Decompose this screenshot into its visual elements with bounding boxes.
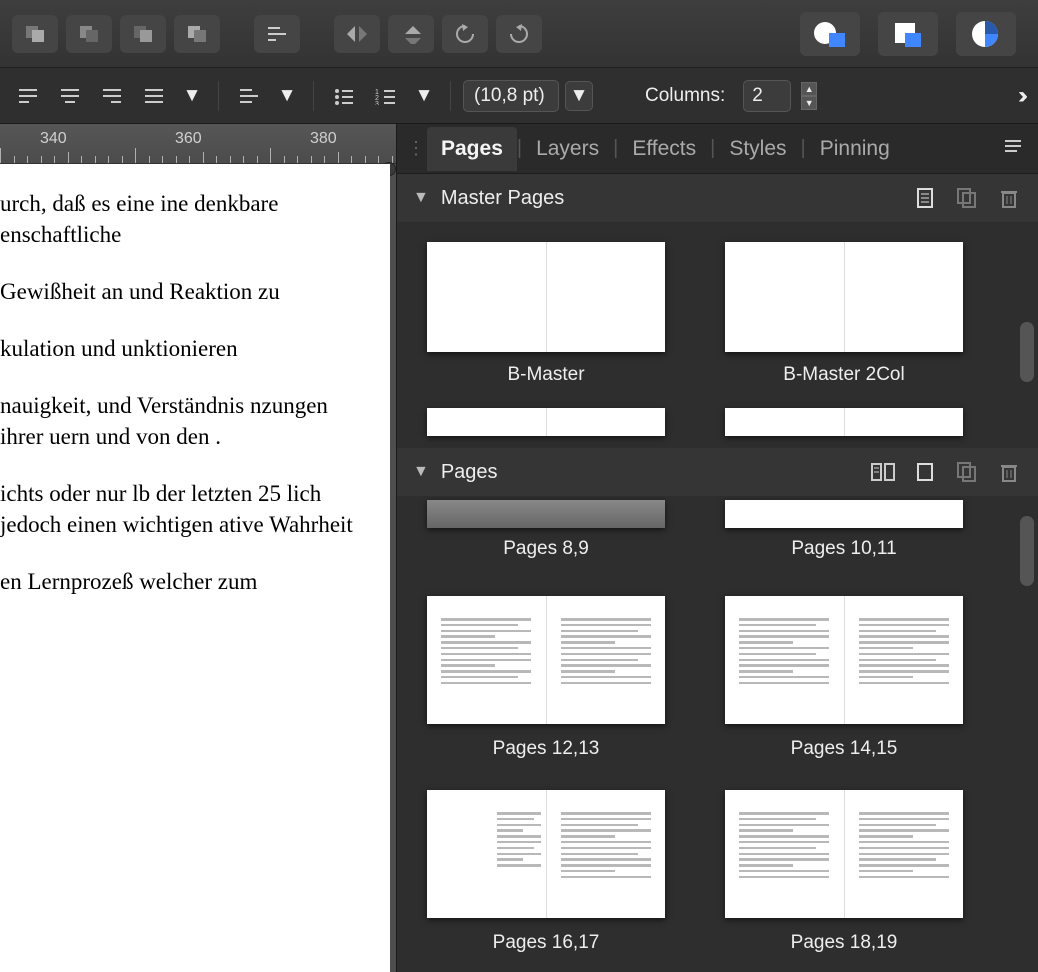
point-size-field[interactable]: (10,8 pt) xyxy=(463,80,559,112)
color-mode-a-button[interactable] xyxy=(800,12,860,56)
spread-label: Pages 12,13 xyxy=(493,738,600,760)
disclosure-icon[interactable]: ▼ xyxy=(413,463,429,481)
body-text[interactable]: Gewißheit an und Reaktion zu xyxy=(0,276,370,307)
master-pages-header[interactable]: ▼ Master Pages xyxy=(397,174,1038,222)
delete-master-button[interactable] xyxy=(996,185,1022,211)
color-mode-c-button[interactable] xyxy=(956,12,1016,56)
master-thumb[interactable]: B-Master xyxy=(427,242,665,386)
pages-scrollbar[interactable] xyxy=(1020,516,1034,586)
rotate-ccw-button[interactable] xyxy=(442,15,488,53)
spread-label: Pages 8,9 xyxy=(503,538,589,560)
ruler-mark: 340 xyxy=(40,130,67,148)
ruler-mark: 380 xyxy=(310,130,337,148)
justify-full-button[interactable] xyxy=(136,79,172,113)
master-thumb-truncated[interactable] xyxy=(725,408,963,436)
panel-grip-icon[interactable]: ⋮⋮ xyxy=(407,138,427,159)
arrange-forward-button[interactable] xyxy=(120,15,166,53)
horizontal-ruler[interactable]: 340 360 380 xyxy=(0,124,396,164)
pages-header[interactable]: ▼ Pages xyxy=(397,448,1038,496)
columns-stepper[interactable]: ▲ ▼ xyxy=(801,82,817,110)
page-canvas[interactable]: urch, daß es eine ine denkbare enschaftl… xyxy=(0,164,390,972)
add-page-button[interactable] xyxy=(912,459,938,485)
facing-pages-button[interactable] xyxy=(870,459,896,485)
spread-thumb-truncated[interactable] xyxy=(427,500,665,528)
spread-thumb-item[interactable]: Pages 14,15 xyxy=(725,596,963,760)
spread-label: Pages 10,11 xyxy=(791,538,896,560)
spread-thumb-item[interactable]: Pages 12,13 xyxy=(427,596,665,760)
duplicate-page-button[interactable] xyxy=(954,459,980,485)
pages-section-title: Pages xyxy=(441,461,498,484)
list-style-dropdown[interactable]: ▼ xyxy=(410,79,438,113)
flip-horizontal-button[interactable] xyxy=(334,15,380,53)
align-panel-button[interactable] xyxy=(254,15,300,53)
tab-effects[interactable]: Effects xyxy=(618,127,710,171)
color-mode-b-button[interactable] xyxy=(878,12,938,56)
context-bar: ▼ ▼ 123 ▼ (10,8 pt) ▼ Columns: 2 ▲ ▼ ›› xyxy=(0,68,1038,124)
svg-text:3: 3 xyxy=(375,101,379,105)
master-thumb-truncated[interactable] xyxy=(427,408,665,436)
body-text[interactable]: urch, daß es eine ine denkbare enschaftl… xyxy=(0,188,370,250)
justify-left-button[interactable] xyxy=(10,79,46,113)
delete-page-button[interactable] xyxy=(996,459,1022,485)
panels-area: ⋮⋮ Pages | Layers | Effects | Styles | P… xyxy=(396,124,1038,972)
master-thumb[interactable]: B-Master 2Col xyxy=(725,242,963,386)
ruler-mark: 360 xyxy=(175,130,202,148)
arrange-backward-button[interactable] xyxy=(66,15,112,53)
duplicate-master-button[interactable] xyxy=(954,185,980,211)
body-text[interactable]: nauigkeit, und Verständnis nzungen ihrer… xyxy=(0,390,370,452)
columns-field[interactable]: 2 xyxy=(743,80,791,112)
columns-stepper-up[interactable]: ▲ xyxy=(801,82,817,96)
paragraph-align-dropdown[interactable]: ▼ xyxy=(273,79,301,113)
arrange-back-button[interactable] xyxy=(12,15,58,53)
panel-menu-button[interactable] xyxy=(998,138,1028,159)
justify-right-button[interactable] xyxy=(94,79,130,113)
body-text[interactable]: kulation und unktionieren xyxy=(0,333,370,364)
flip-vertical-button[interactable] xyxy=(388,15,434,53)
master-thumbnail-grid: B-Master B-Master 2Col xyxy=(397,222,1038,408)
point-size-dropdown[interactable]: ▼ xyxy=(565,81,593,111)
pages-thumbnail-area: Pages 8,9 Pages 10,11 Pages 12,13 xyxy=(397,496,1038,972)
masters-scrollbar[interactable] xyxy=(1020,322,1034,382)
spread-label: Pages 16,17 xyxy=(493,932,600,954)
panel-tabstrip: ⋮⋮ Pages | Layers | Effects | Styles | P… xyxy=(397,124,1038,174)
spread-thumb-item[interactable]: Pages 18,19 xyxy=(725,790,963,954)
spread-label: Pages 18,19 xyxy=(791,932,898,954)
tab-styles[interactable]: Styles xyxy=(715,127,800,171)
master-label: B-Master xyxy=(507,364,584,386)
spread-label: Pages 14,15 xyxy=(791,738,898,760)
columns-stepper-down[interactable]: ▼ xyxy=(801,96,817,110)
spread-thumb-item[interactable]: Pages 16,17 xyxy=(427,790,665,954)
master-label: B-Master 2Col xyxy=(783,364,904,386)
overflow-button[interactable]: ›› xyxy=(1018,82,1022,110)
top-toolbar xyxy=(0,0,1038,68)
columns-label: Columns: xyxy=(645,85,725,107)
tab-pages[interactable]: Pages xyxy=(427,127,517,171)
justify-dropdown[interactable]: ▼ xyxy=(178,79,206,113)
spread-thumb-truncated[interactable] xyxy=(725,500,963,528)
body-text[interactable]: ichts oder nur lb der letzten 25 lich je… xyxy=(0,478,370,540)
arrange-front-button[interactable] xyxy=(174,15,220,53)
rotate-cw-button[interactable] xyxy=(496,15,542,53)
bulleted-list-button[interactable] xyxy=(326,79,362,113)
disclosure-icon[interactable]: ▼ xyxy=(413,189,429,207)
tab-layers[interactable]: Layers xyxy=(522,127,613,171)
numbered-list-button[interactable]: 123 xyxy=(368,79,404,113)
new-master-button[interactable] xyxy=(912,185,938,211)
paragraph-align-button[interactable] xyxy=(231,79,267,113)
body-text[interactable]: en Lernprozeß welcher zum xyxy=(0,566,370,597)
tab-pinning[interactable]: Pinning xyxy=(806,127,904,171)
document-viewport[interactable]: und stark genug 340 360 380 urch, daß es… xyxy=(0,124,396,972)
master-pages-title: Master Pages xyxy=(441,187,564,210)
justify-center-button[interactable] xyxy=(52,79,88,113)
